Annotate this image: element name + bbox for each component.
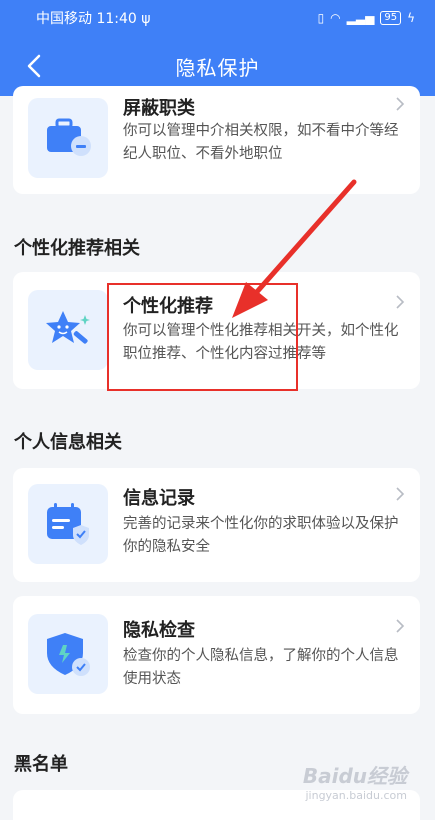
usb-icon: ψ	[141, 11, 151, 27]
section-title-blacklist: 黑名单	[14, 754, 68, 775]
annotation-highlight-box	[107, 283, 298, 391]
vibrate-icon: ▯	[317, 11, 325, 25]
battery-icon: 95	[380, 11, 402, 25]
status-left: 中国移动 11:40 ψ	[36, 8, 151, 28]
card-title: 隐私检查	[123, 620, 195, 641]
watermark-url: jingyan.baidu.com	[305, 789, 407, 802]
chevron-right-icon	[396, 97, 405, 111]
back-button[interactable]	[18, 50, 50, 82]
card-info-record[interactable]: 信息记录 完善的记录来个性化你的求职体验以及保护你的隐私安全	[13, 468, 420, 582]
chevron-right-icon	[396, 487, 405, 501]
chevron-right-icon	[396, 295, 405, 309]
status-right: ▯ ◠ ▂▃▅ 95 ϟ	[318, 11, 415, 25]
card-desc: 你可以管理中介相关权限，如不看中介等经纪人职位、不看外地职位	[123, 123, 399, 162]
briefcase-block-icon	[28, 98, 108, 178]
watermark-logo: Baidu经验 jingyan.baidu.com	[303, 760, 407, 802]
card-title: 屏蔽职类	[123, 98, 195, 119]
shield-check-icon	[28, 614, 108, 694]
status-bar: 中国移动 11:40 ψ ▯ ◠ ▂▃▅ 95 ϟ	[0, 0, 435, 36]
card-block-job-type[interactable]: 屏蔽职类 你可以管理中介相关权限，如不看中介等经纪人职位、不看外地职位	[13, 86, 420, 194]
page-title: 隐私保护	[175, 55, 260, 80]
watermark-brand: Baidu经验	[302, 764, 407, 788]
charging-icon: ϟ	[407, 11, 415, 25]
signal-icon: ▂▃▅	[346, 11, 375, 25]
section-title-personalized: 个性化推荐相关	[14, 238, 140, 259]
magic-wand-star-icon	[28, 290, 108, 370]
chevron-right-icon	[396, 619, 405, 633]
carrier-label: 中国移动	[36, 11, 92, 27]
card-privacy-check[interactable]: 隐私检查 检查你的个人隐私信息，了解你的个人信息使用状态	[13, 596, 420, 714]
card-title: 信息记录	[123, 488, 195, 509]
chevron-left-icon	[27, 54, 41, 78]
calendar-shield-icon	[28, 484, 108, 564]
wifi-icon: ◠	[330, 11, 341, 25]
time-label: 11:40	[96, 11, 137, 27]
section-title-personal-info: 个人信息相关	[14, 432, 122, 453]
card-desc: 完善的记录来个性化你的求职体验以及保护你的隐私安全	[123, 516, 399, 555]
card-desc: 检查你的个人隐私信息，了解你的个人信息使用状态	[123, 648, 399, 687]
